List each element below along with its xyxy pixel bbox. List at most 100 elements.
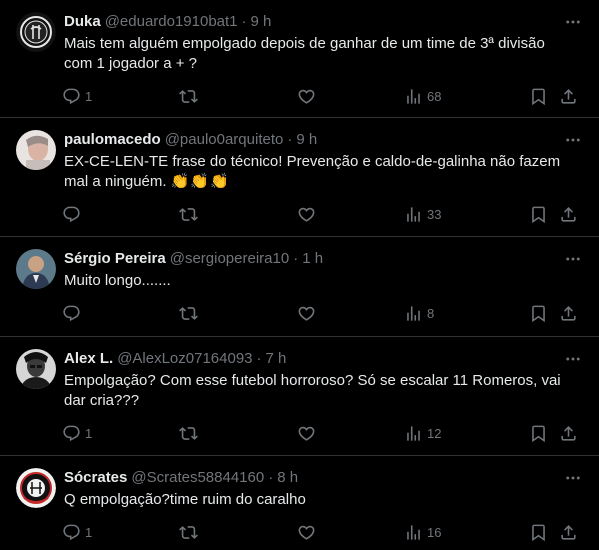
- like-icon: [297, 523, 316, 542]
- reply-tweet[interactable]: Sérgio Pereira @sergiopereira10 · 1 h Mu…: [0, 237, 599, 337]
- share-button[interactable]: [559, 423, 583, 443]
- timestamp[interactable]: 9 h: [251, 12, 272, 32]
- more-options-icon[interactable]: [563, 130, 583, 150]
- share-button[interactable]: [559, 303, 583, 323]
- views-icon: [404, 424, 423, 443]
- share-icon: [559, 523, 578, 542]
- bookmark-button[interactable]: [529, 86, 559, 106]
- reply-icon: [62, 87, 81, 106]
- share-button[interactable]: [559, 204, 583, 224]
- views-button[interactable]: 8: [404, 303, 529, 323]
- reply-icon: [62, 424, 81, 443]
- bookmark-button[interactable]: [529, 204, 559, 224]
- views-button[interactable]: 12: [404, 423, 529, 443]
- share-icon: [559, 87, 578, 106]
- author-name[interactable]: Sócrates: [64, 468, 127, 488]
- retweet-button[interactable]: [179, 522, 296, 542]
- share-button[interactable]: [559, 522, 583, 542]
- timestamp[interactable]: 1 h: [302, 249, 323, 269]
- views-button[interactable]: 68: [404, 86, 529, 106]
- user-photo-icon: [16, 130, 56, 170]
- retweet-button[interactable]: [179, 423, 296, 443]
- author-handle[interactable]: @sergiopereira10: [170, 249, 289, 269]
- tweet-text: Mais tem alguém empolgado depois de ganh…: [64, 35, 545, 72]
- reply-button[interactable]: 1: [62, 522, 179, 542]
- reply-tweet[interactable]: paulomacedo @paulo0arquiteto · 9 h EX-CE…: [0, 118, 599, 237]
- more-options-icon[interactable]: [563, 249, 583, 269]
- bookmark-button[interactable]: [529, 303, 559, 323]
- views-button[interactable]: 33: [404, 204, 529, 224]
- views-icon: [404, 523, 423, 542]
- bookmark-button[interactable]: [529, 423, 559, 443]
- tweet-actions: 1 16: [62, 514, 583, 550]
- reply-tweet[interactable]: Alex L. @AlexLoz07164093 · 7 h Empolgaçã…: [0, 337, 599, 456]
- reply-tweet[interactable]: Duka @eduardo1910bat1 · 9 h Mais tem alg…: [0, 0, 599, 118]
- views-button[interactable]: 16: [404, 522, 529, 542]
- share-icon: [559, 205, 578, 224]
- retweet-button[interactable]: [179, 204, 296, 224]
- reply-icon: [62, 304, 81, 323]
- timestamp[interactable]: 7 h: [266, 349, 287, 369]
- more-options-icon[interactable]: [563, 468, 583, 488]
- like-button[interactable]: [297, 303, 404, 323]
- author-name[interactable]: Duka: [64, 12, 101, 32]
- like-button[interactable]: [297, 522, 404, 542]
- timestamp[interactable]: 8 h: [277, 468, 298, 488]
- share-button[interactable]: [559, 86, 583, 106]
- separator: ·: [241, 13, 247, 30]
- clapping-hands-emoji: 👏👏👏: [170, 173, 230, 190]
- tweet-text: Muito longo.......: [64, 272, 171, 289]
- author-name[interactable]: Sérgio Pereira: [64, 249, 166, 269]
- reply-button[interactable]: 1: [62, 86, 179, 106]
- retweet-icon: [179, 304, 198, 323]
- view-count: 68: [427, 88, 442, 104]
- like-button[interactable]: [297, 204, 404, 224]
- corinthians-logo-icon: [16, 12, 56, 52]
- user-photo-icon: [16, 349, 56, 389]
- avatar[interactable]: [16, 349, 56, 389]
- bookmark-icon: [529, 523, 548, 542]
- retweet-icon: [179, 205, 198, 224]
- share-icon: [559, 424, 578, 443]
- more-options-icon[interactable]: [563, 12, 583, 32]
- avatar[interactable]: [16, 468, 56, 508]
- reply-button[interactable]: [62, 204, 179, 224]
- author-name[interactable]: Alex L.: [64, 349, 113, 369]
- tweet-text: Q empolgação?time ruim do caralho: [64, 491, 306, 508]
- bookmark-icon: [529, 87, 548, 106]
- retweet-button[interactable]: [179, 86, 296, 106]
- avatar[interactable]: [16, 249, 56, 289]
- bookmark-button[interactable]: [529, 522, 559, 542]
- bookmark-icon: [529, 424, 548, 443]
- retweet-icon: [179, 424, 198, 443]
- timestamp[interactable]: 9 h: [296, 130, 317, 150]
- reply-tweet[interactable]: Sócrates @Scrates58844160 · 8 h Q empolg…: [0, 456, 599, 549]
- retweet-button[interactable]: [179, 303, 296, 323]
- author-handle[interactable]: @Scrates58844160: [131, 468, 264, 488]
- avatar[interactable]: [16, 12, 56, 52]
- author-name[interactable]: paulomacedo: [64, 130, 161, 150]
- reply-button[interactable]: 1: [62, 423, 179, 443]
- reply-button[interactable]: [62, 303, 179, 323]
- view-count: 12: [427, 425, 442, 441]
- like-button[interactable]: [297, 423, 404, 443]
- separator: ·: [268, 469, 274, 486]
- tweet-text: EX-CE-LEN-TE frase do técnico! Prevenção…: [64, 153, 561, 190]
- retweet-icon: [179, 87, 198, 106]
- tweet-text: Empolgação? Com esse futebol horroroso? …: [64, 372, 561, 409]
- author-handle[interactable]: @paulo0arquiteto: [165, 130, 284, 150]
- like-button[interactable]: [297, 86, 404, 106]
- like-icon: [297, 205, 316, 224]
- more-options-icon[interactable]: [563, 349, 583, 369]
- like-icon: [297, 424, 316, 443]
- separator: ·: [287, 131, 293, 148]
- view-count: 16: [427, 524, 442, 540]
- author-handle[interactable]: @AlexLoz07164093: [117, 349, 252, 369]
- views-icon: [404, 205, 423, 224]
- separator: ·: [293, 250, 299, 267]
- tweet-actions: 33: [62, 196, 583, 232]
- reply-count: 1: [85, 425, 93, 441]
- author-handle[interactable]: @eduardo1910bat1: [105, 12, 238, 32]
- bookmark-icon: [529, 304, 548, 323]
- avatar[interactable]: [16, 130, 56, 170]
